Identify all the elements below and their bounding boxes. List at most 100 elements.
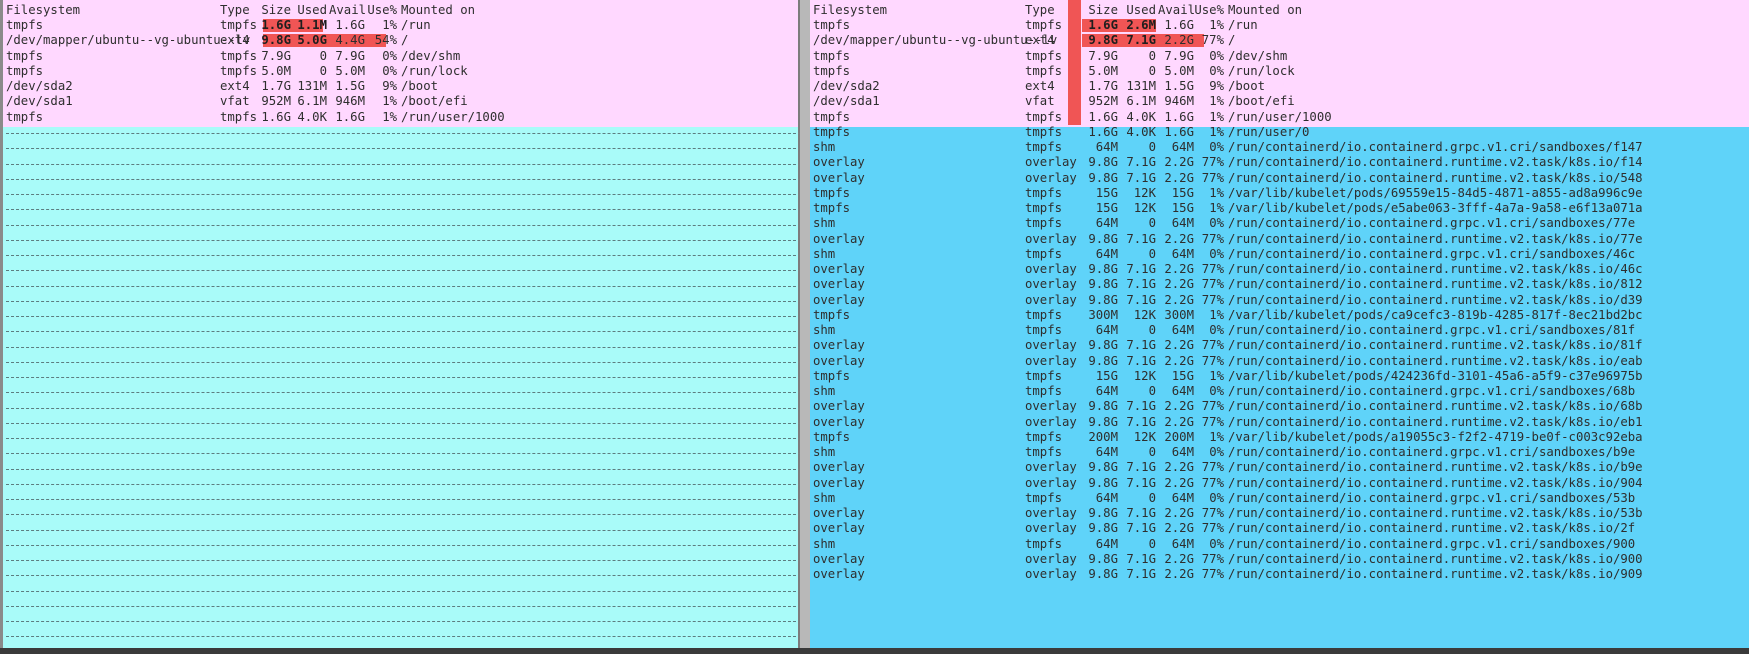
- header-type: Type: [220, 3, 250, 17]
- type-cell: tmpfs: [1025, 48, 1063, 63]
- avail-cell: 1.5G: [1164, 79, 1194, 93]
- use-percent-cell: 0%: [1209, 63, 1224, 78]
- mount-point-cell: /var/lib/kubelet/pods/e5abe063-3fff-4a7a…: [1228, 201, 1643, 215]
- empty-line: [6, 346, 798, 348]
- left-terminal-pane[interactable]: Filesystem Type Size Used Avail Use% Mou…: [0, 0, 798, 654]
- mount-row: shm tmpfs 64M 0 64M 0% /run/containerd/io.cont…: [810, 247, 1749, 262]
- type-cell: overlay: [1025, 551, 1077, 566]
- mount-row: overlay overlay 9.8G 7.1G 2.2G 77% /run/contai…: [810, 415, 1749, 430]
- used-cell: 12K: [1133, 307, 1156, 322]
- use-percent-cell: 77%: [1201, 460, 1224, 475]
- use-percent-cell: 1%: [1209, 201, 1224, 215]
- size-cell: 1.7G: [261, 79, 291, 93]
- avail-cell: 64M: [1171, 384, 1194, 398]
- header-avail: Avail: [1158, 3, 1196, 17]
- avail-cell: 1.6G: [335, 18, 365, 32]
- empty-line: [6, 438, 798, 439]
- avail-cell: 64M: [1171, 445, 1194, 459]
- use-percent-cell: 0%: [1209, 490, 1224, 505]
- use-percent-cell: 1%: [1209, 18, 1224, 32]
- empty-line: [6, 209, 798, 211]
- mount-row: tmpfs tmpfs 15G 12K 15G 1% /var/lib/kubelet/po…: [810, 186, 1749, 201]
- mount-row: tmpfs tmpfs 5.0M 0 5.0M 0% /run/lock: [810, 64, 1749, 79]
- mount-row: overlay overlay 9.8G 7.1G 2.2G 77% /run/contai…: [810, 552, 1749, 567]
- mount-point-cell: /: [1228, 33, 1236, 48]
- mount-point-cell: /run/user/1000: [1228, 109, 1332, 124]
- filesystem-cell: tmpfs: [813, 18, 851, 32]
- filesystem-cell: tmpfs: [813, 124, 851, 139]
- filesystem-cell: shm: [813, 246, 836, 261]
- right-terminal-pane[interactable]: Filesystem Type Size Used Avail Use% Mou…: [810, 0, 1749, 654]
- use-percent-cell: 77%: [1201, 33, 1224, 48]
- size-cell: 9.8G: [1088, 33, 1118, 48]
- use-percent-cell: 0%: [382, 48, 397, 63]
- type-cell: overlay: [1025, 353, 1077, 368]
- used-cell: 12K: [1133, 429, 1156, 444]
- used-cell: 7.1G: [1126, 414, 1156, 429]
- empty-line: [6, 239, 798, 241]
- type-cell: tmpfs: [1025, 185, 1063, 200]
- avail-cell: 300M: [1164, 307, 1194, 322]
- mount-point-cell: /run/containerd/io.containerd.grpc.v1.cr…: [1228, 323, 1636, 337]
- avail-cell: 946M: [335, 94, 365, 109]
- filesystem-cell: tmpfs: [813, 63, 851, 78]
- empty-line: [6, 285, 798, 287]
- used-cell: 12K: [1133, 185, 1156, 200]
- type-cell: tmpfs: [1025, 536, 1063, 551]
- filesystem-cell: overlay: [813, 521, 865, 536]
- mount-point-cell: /run: [401, 18, 431, 32]
- type-cell: overlay: [1025, 506, 1077, 520]
- mount-row: tmpfs tmpfs 7.9G 0 7.9G 0%/dev/shm: [810, 49, 1749, 64]
- empty-line: [6, 422, 798, 424]
- mount-point-cell: /run/containerd/io.containerd.grpc.v1.cr…: [1228, 445, 1636, 459]
- avail-cell: 64M: [1171, 246, 1194, 261]
- pane-divider[interactable]: [798, 0, 810, 654]
- use-percent-cell: 0%: [1209, 246, 1224, 261]
- mount-row: overlay overlay 9.8G 7.1G 2.2G 77% /run/contai…: [810, 476, 1749, 491]
- mount-row: overlay overlay 9.8G 7.1G 2.2G 77% /run/contai…: [810, 338, 1749, 353]
- mount-point-cell: /var/lib/kubelet/pods/a19055c3-f2f2-4719…: [1228, 429, 1643, 444]
- mount-row: /dev/sda1 vfat 952M 6.1M 946M 1% /boot/efi: [810, 94, 1749, 109]
- filesystem-cell: /dev/sda2: [6, 79, 73, 93]
- use-percent-cell: 77%: [1201, 414, 1224, 429]
- mount-row: overlay overlay 9.8G 7.1G 2.2G 77% /run/contai…: [810, 232, 1749, 247]
- size-cell: 9.8G: [1088, 399, 1118, 414]
- size-cell: 9.8G: [1088, 460, 1118, 475]
- used-cell: 7.1G: [1126, 262, 1156, 276]
- mount-point-cell: /run/containerd/io.containerd.runtime.v2…: [1228, 399, 1643, 414]
- used-cell: 4.0K: [1126, 124, 1156, 139]
- size-cell: 9.8G: [1088, 231, 1118, 246]
- avail-cell: 5.0M: [335, 63, 365, 78]
- type-cell: tmpfs: [1025, 490, 1063, 505]
- empty-line: [6, 575, 798, 577]
- header-filesystem: Filesystem: [813, 3, 888, 17]
- filesystem-cell: /dev/sda1: [6, 94, 73, 109]
- use-percent-cell: 1%: [382, 94, 397, 109]
- filesystem-cell: overlay: [813, 414, 865, 429]
- avail-cell: 64M: [1171, 140, 1194, 154]
- used-cell: 7.1G: [1126, 399, 1156, 414]
- avail-cell: 7.9G: [335, 48, 365, 63]
- empty-line: [6, 331, 798, 333]
- used-cell: 7.1G: [1126, 155, 1156, 170]
- used-cell: 7.1G: [1126, 231, 1156, 246]
- type-cell: tmpfs: [220, 109, 258, 124]
- empty-line: [6, 178, 798, 180]
- avail-cell: 2.2G: [1164, 292, 1194, 307]
- mount-point-cell: /var/lib/kubelet/pods/424236fd-3101-45a6…: [1228, 368, 1643, 383]
- used-cell: 0: [1148, 323, 1156, 337]
- filesystem-cell: tmpfs: [6, 18, 44, 32]
- type-cell: overlay: [1025, 521, 1077, 536]
- empty-line: [6, 163, 798, 165]
- mount-point-cell: /run/lock: [1228, 63, 1295, 78]
- empty-line: [6, 194, 798, 195]
- mount-row: shm tmpfs 64M 0 64M 0% /run/containerd/io.cont…: [810, 445, 1749, 460]
- type-cell: overlay: [1025, 155, 1077, 170]
- avail-cell: 1.6G: [335, 109, 365, 124]
- filesystem-cell: overlay: [813, 338, 865, 353]
- mount-row: tmpfs tmpfs 7.9G 0 7.9G 0%/dev/shm: [3, 49, 798, 64]
- use-percent-cell: 77%: [1201, 231, 1224, 246]
- empty-line: [6, 468, 798, 470]
- type-cell: overlay: [1025, 262, 1077, 276]
- avail-cell: 64M: [1171, 490, 1194, 505]
